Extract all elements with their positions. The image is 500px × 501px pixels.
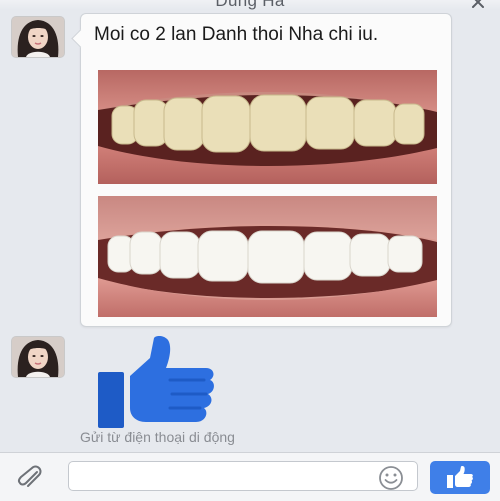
thumbs-up-icon [98,336,214,428]
sent-from-mobile-label: Gửi từ điện thoại di động [80,429,235,445]
contact-name: Dũng Hà [215,0,285,10]
message-input[interactable] [68,461,418,491]
thumbs-up-icon [447,466,473,488]
avatar[interactable] [12,337,64,377]
teeth-after-photo[interactable] [98,196,437,317]
smiley-icon[interactable] [378,465,404,491]
message-bubble: Moi co 2 lan Danh thoi Nha chi iu. [80,13,452,327]
message-text: Moi co 2 lan Danh thoi Nha chi iu. [94,24,379,45]
close-icon[interactable] [470,0,486,10]
paperclip-icon[interactable] [17,465,45,491]
send-like-button[interactable] [430,461,490,494]
teeth-before-photo[interactable] [98,70,437,184]
avatar[interactable] [12,17,64,57]
message-composer [0,452,500,501]
